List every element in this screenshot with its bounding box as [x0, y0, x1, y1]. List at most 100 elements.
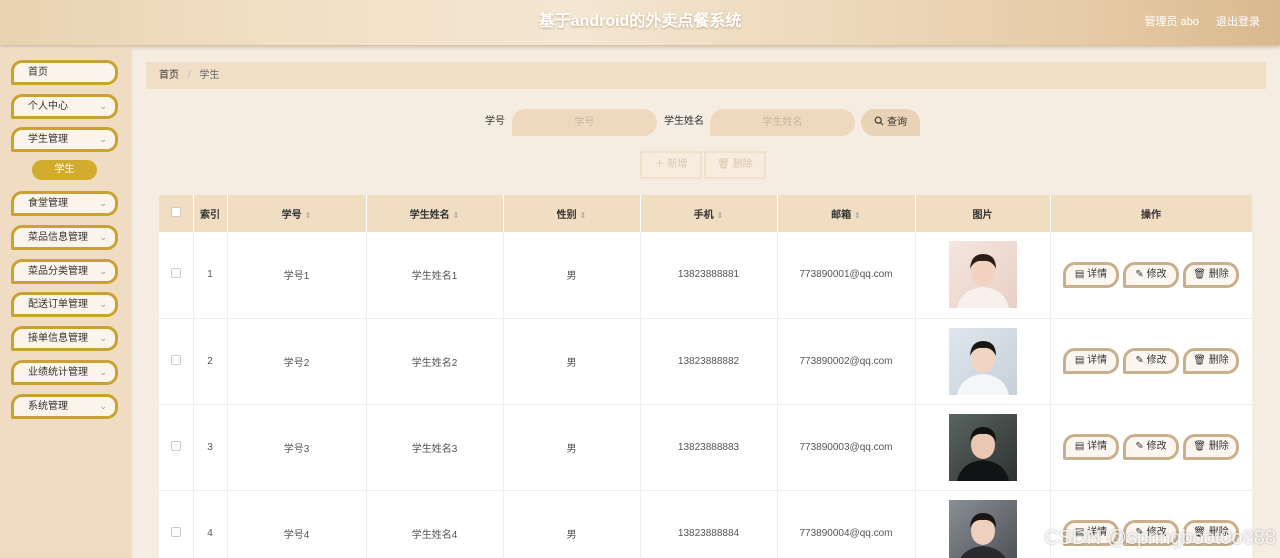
- cell-name: 学生姓名3: [366, 404, 504, 491]
- sidebar-item-8[interactable]: 业绩统计管理 ⌄: [11, 360, 118, 385]
- edit-button[interactable]: ✎ 修改: [1123, 261, 1179, 288]
- cell-gender: 男: [503, 490, 641, 558]
- delete-button[interactable]: 🗑 删除: [1183, 348, 1239, 374]
- search-button-label: 查询: [887, 117, 907, 128]
- portrait-photo: [948, 499, 1017, 558]
- edit-button-label: 修改: [1146, 268, 1167, 280]
- sidebar-item-3[interactable]: 食堂管理 ⌄: [11, 191, 118, 216]
- column-header-5[interactable]: 邮箱 ⇕: [777, 195, 916, 232]
- cell-student-no: 学号2: [227, 318, 367, 405]
- cell-index: 1: [193, 232, 228, 319]
- cell-photo: [915, 490, 1051, 558]
- cell-photo: [915, 404, 1051, 491]
- document-icon: ▤: [1074, 268, 1088, 280]
- table-row: 2 学号2 学生姓名2 男 13823888882 773890002@qq.com ▤ 详…: [159, 318, 1252, 405]
- student-no-input[interactable]: [512, 109, 657, 136]
- add-button[interactable]: ＋ 新增: [640, 151, 702, 179]
- column-header-label: 图片: [972, 210, 993, 221]
- column-header-2[interactable]: 学生姓名 ⇕: [366, 195, 504, 232]
- column-header-1[interactable]: 学号 ⇕: [227, 195, 367, 232]
- column-header-0: 索引: [193, 195, 228, 232]
- edit-button-label: 修改: [1146, 355, 1167, 366]
- row-select-cell: [159, 490, 194, 558]
- admin-user-link[interactable]: 管理员 abo: [1145, 16, 1199, 28]
- cell-index: 3: [193, 404, 228, 491]
- column-header-label: 手机: [693, 210, 714, 221]
- chevron-down-icon: ⌄: [99, 232, 107, 242]
- breadcrumb-home[interactable]: 首页: [159, 70, 179, 81]
- row-checkbox[interactable]: [170, 440, 181, 451]
- cell-student-no: 学号1: [227, 232, 367, 319]
- batch-delete-label: 删除: [732, 159, 753, 170]
- column-header-label: 操作: [1141, 210, 1161, 221]
- sidebar-item-label: 菜品信息管理: [28, 232, 88, 243]
- cell-photo: [915, 232, 1051, 319]
- sidebar-item-4[interactable]: 菜品信息管理 ⌄: [11, 225, 118, 250]
- sidebar-item-label: 首页: [28, 67, 48, 78]
- cell-name: 学生姓名2: [366, 318, 504, 405]
- sort-icon[interactable]: ⇕: [854, 211, 861, 220]
- document-icon: ▤: [1074, 441, 1088, 452]
- column-header-7: 操作: [1050, 195, 1252, 232]
- cell-gender: 男: [503, 232, 641, 319]
- column-header-label: 邮箱: [831, 210, 852, 221]
- cell-photo: [915, 318, 1051, 405]
- sidebar-item-label: 系统管理: [28, 401, 68, 412]
- row-checkbox[interactable]: [170, 268, 181, 279]
- detail-button[interactable]: ▤ 详情: [1063, 434, 1119, 460]
- chevron-down-icon: ⌄: [99, 299, 107, 309]
- chevron-down-icon: ⌄: [99, 134, 107, 144]
- select-all-checkbox[interactable]: [170, 207, 181, 217]
- column-header-label: 学生姓名: [409, 210, 450, 221]
- table-header-row: 索引 学号 ⇕ 学生姓名 ⇕ 性别 ⇕ 手机 ⇕ 邮箱 ⇕ 图片 操作: [159, 195, 1252, 232]
- edit-button[interactable]: ✎ 修改: [1123, 434, 1179, 460]
- detail-button[interactable]: ▤ 详情: [1063, 261, 1119, 288]
- column-header-6: 图片: [915, 195, 1051, 232]
- sidebar-subitem-student[interactable]: 学生: [32, 160, 97, 180]
- table-row: 1 学号1 学生姓名1 男 13823888881 773890001@qq.com ▤ 详…: [159, 232, 1252, 319]
- delete-button[interactable]: 🗑 删除: [1183, 434, 1239, 460]
- cell-phone: 13823888884: [640, 490, 778, 558]
- sidebar-item-9[interactable]: 系统管理 ⌄: [11, 394, 118, 419]
- cell-phone: 13823888881: [640, 232, 778, 319]
- cell-gender: 男: [503, 404, 641, 491]
- batch-delete-button[interactable]: 🗑 删除: [704, 151, 766, 179]
- logout-link[interactable]: 退出登录: [1216, 16, 1260, 28]
- sort-icon[interactable]: ⇕: [717, 211, 724, 220]
- delete-button[interactable]: 🗑 删除: [1183, 261, 1239, 288]
- search-icon: [874, 116, 884, 126]
- row-checkbox[interactable]: [170, 526, 181, 537]
- sort-icon[interactable]: ⇕: [305, 211, 312, 220]
- sort-icon[interactable]: ⇕: [453, 211, 460, 220]
- cell-actions: ▤ 详情 ✎ 修改 🗑 删除: [1050, 318, 1252, 405]
- cell-student-no: 学号4: [227, 490, 367, 558]
- cell-actions: ▤ 详情 ✎ 修改 🗑 删除: [1050, 404, 1252, 491]
- detail-button-label: 详情: [1087, 441, 1108, 452]
- sidebar-item-5[interactable]: 菜品分类管理 ⌄: [11, 259, 118, 284]
- trash-icon: 🗑: [717, 159, 730, 170]
- edit-button-label: 修改: [1146, 441, 1167, 452]
- search-button[interactable]: 查询: [861, 109, 920, 136]
- column-header-4[interactable]: 手机 ⇕: [640, 195, 778, 232]
- column-header-label: 学号: [281, 210, 302, 221]
- edit-button[interactable]: ✎ 修改: [1123, 348, 1179, 374]
- cell-index: 4: [193, 490, 228, 558]
- detail-button[interactable]: ▤ 详情: [1063, 348, 1119, 374]
- sidebar-item-2[interactable]: 学生管理 ⌄: [11, 127, 118, 152]
- cell-email: 773890004@qq.com: [777, 490, 916, 558]
- sidebar-item-7[interactable]: 接单信息管理 ⌄: [11, 326, 118, 351]
- sidebar-item-0[interactable]: 首页: [11, 60, 118, 85]
- sidebar-item-1[interactable]: 个人中心 ⌄: [11, 94, 118, 119]
- column-header-3[interactable]: 性别 ⇕: [503, 195, 641, 232]
- sort-icon[interactable]: ⇕: [580, 211, 587, 220]
- trash-icon: 🗑: [1193, 355, 1209, 366]
- watermark: CSDN @springboot0o888: [1044, 527, 1276, 549]
- chevron-down-icon: ⌄: [99, 266, 107, 276]
- row-checkbox[interactable]: [170, 354, 181, 365]
- sidebar-item-6[interactable]: 配送订单管理 ⌄: [11, 292, 118, 317]
- pencil-icon: ✎: [1135, 268, 1147, 280]
- student-name-input[interactable]: [710, 109, 855, 136]
- cell-actions: ▤ 详情 ✎ 修改 🗑 删除: [1050, 232, 1252, 319]
- app-title: 基于android的外卖点餐系统: [538, 13, 742, 30]
- cell-phone: 13823888883: [640, 404, 778, 491]
